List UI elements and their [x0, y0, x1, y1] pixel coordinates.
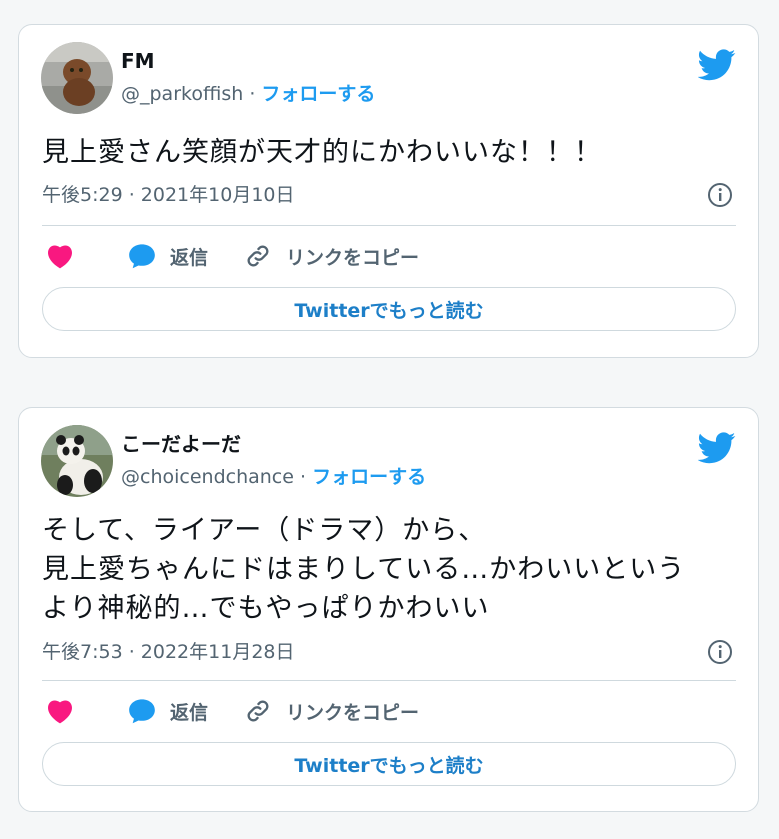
follow-link[interactable]: フォローする: [261, 83, 375, 105]
display-name[interactable]: FM: [121, 49, 155, 73]
tweet-card: FM @_parkoffish · フォローする 見上愛さん笑顔が天才的にかわい…: [18, 24, 759, 358]
heart-icon: [48, 700, 72, 724]
like-button[interactable]: [46, 696, 74, 726]
tweet-text: そして、ライアー（ドラマ）から、 見上愛ちゃんにドはまりしている…かわいいという…: [42, 515, 686, 624]
copy-link-label: リンクをコピー: [286, 246, 420, 269]
divider: [42, 225, 736, 226]
twitter-bird-icon[interactable]: [698, 49, 736, 81]
tweet-timestamp[interactable]: 午後5:29 · 2021年10月10日: [42, 183, 295, 207]
copy-link-button[interactable]: リンクをコピー: [244, 241, 419, 271]
tweet-card: こーだよーだ @choicendchance · フォローする そして、ライアー…: [18, 407, 759, 812]
link-icon: [247, 245, 269, 267]
reply-button[interactable]: 返信: [128, 241, 208, 271]
info-icon[interactable]: [707, 182, 733, 208]
speech-bubble-icon: [129, 244, 155, 269]
twitter-bird-icon[interactable]: [698, 432, 736, 464]
copy-link-button[interactable]: リンクをコピー: [244, 696, 419, 726]
reply-label: 返信: [170, 701, 209, 724]
user-handle[interactable]: @choicendchance: [121, 466, 294, 488]
avatar[interactable]: [41, 425, 113, 497]
tweet-actions: 返信 リンクをコピー: [42, 241, 736, 271]
like-button[interactable]: [46, 241, 74, 271]
reply-label: 返信: [170, 246, 209, 269]
tweet-actions: 返信 リンクをコピー: [42, 696, 736, 726]
speech-bubble-icon: [129, 699, 155, 724]
tweet-timestamp[interactable]: 午後7:53 · 2022年11月28日: [42, 640, 295, 664]
handle-row: @choicendchance · フォローする: [121, 465, 426, 489]
link-icon: [247, 700, 269, 722]
read-more-button[interactable]: Twitterでもっと読む: [42, 287, 736, 331]
read-more-button[interactable]: Twitterでもっと読む: [42, 742, 736, 786]
separator-dot: ·: [249, 83, 256, 105]
avatar[interactable]: [41, 42, 113, 114]
handle-row: @_parkoffish · フォローする: [121, 82, 375, 106]
heart-icon: [48, 245, 72, 269]
info-icon[interactable]: [707, 639, 733, 665]
reply-button[interactable]: 返信: [128, 696, 208, 726]
follow-link[interactable]: フォローする: [312, 466, 426, 488]
copy-link-label: リンクをコピー: [286, 701, 420, 724]
separator-dot: ·: [300, 466, 307, 488]
display-name[interactable]: こーだよーだ: [121, 432, 241, 456]
divider: [42, 680, 736, 681]
user-handle[interactable]: @_parkoffish: [121, 83, 243, 105]
tweet-text: 見上愛さん笑顔が天才的にかわいいな！！！: [42, 137, 602, 168]
